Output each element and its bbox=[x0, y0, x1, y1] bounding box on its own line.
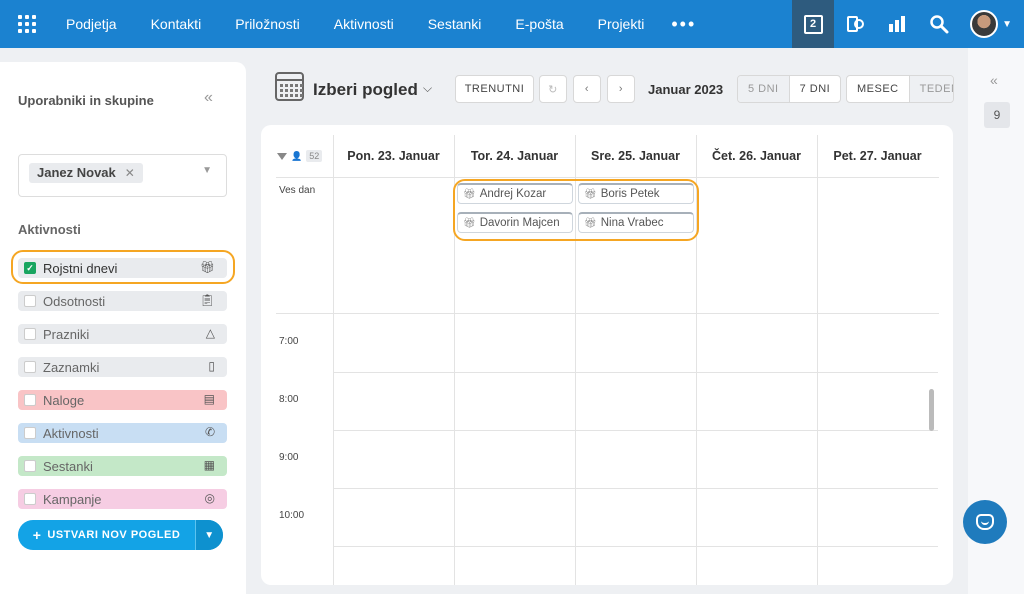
nav-projekti[interactable]: Projekti bbox=[581, 0, 662, 48]
activity-checkbox[interactable] bbox=[24, 328, 36, 340]
calendar-view-icon bbox=[275, 72, 304, 101]
task-icon: ▤ bbox=[203, 392, 215, 406]
user-filter-toggle[interactable]: 👤 52 bbox=[277, 150, 323, 162]
user-menu[interactable]: ▼ bbox=[960, 10, 1024, 38]
activity-checkbox[interactable] bbox=[24, 295, 36, 307]
target-icon: ◎ bbox=[204, 491, 215, 505]
prev-button[interactable]: ‹ bbox=[573, 75, 601, 103]
activity-label: Sestanki bbox=[43, 458, 93, 474]
activity-checkbox[interactable] bbox=[24, 460, 36, 472]
chat-icon bbox=[976, 514, 994, 530]
refresh-icon: ↻ bbox=[548, 83, 558, 96]
filter-triangle-icon bbox=[277, 152, 287, 160]
top-navigation-bar: Podjetja Kontakti Priložnosti Aktivnosti… bbox=[0, 0, 1024, 48]
nav-sestanki[interactable]: Sestanki bbox=[411, 0, 499, 48]
activity-label: Prazniki bbox=[43, 326, 90, 342]
activity-label: Odsotnosti bbox=[43, 293, 106, 309]
users-groups-title: Uporabniki in skupine bbox=[18, 93, 154, 108]
day-header-thu[interactable]: Čet. 26. Januar bbox=[696, 149, 817, 163]
activity-label: Naloge bbox=[43, 392, 85, 408]
activity-label: Kampanje bbox=[43, 491, 102, 507]
notification-count[interactable]: 9 bbox=[984, 102, 1010, 128]
expand-left-icon[interactable]: « bbox=[990, 72, 998, 88]
time-scrollbar-track bbox=[927, 315, 935, 585]
activity-label: Zaznamki bbox=[43, 359, 100, 375]
time-label: 10:00 bbox=[279, 510, 305, 521]
remove-user-icon[interactable]: ✕ bbox=[125, 163, 135, 183]
range-7-days[interactable]: 7 DNI bbox=[788, 76, 841, 102]
highlight-birthdays bbox=[11, 250, 235, 284]
time-label: 9:00 bbox=[279, 452, 299, 463]
activity-filter-item[interactable]: Sestanki ▦ bbox=[18, 456, 227, 476]
create-view-main[interactable]: + USTVARI NOV POGLED bbox=[18, 520, 195, 550]
chevron-down-icon[interactable]: ⌵ bbox=[423, 81, 432, 96]
top-right-tools: 2 ▼ bbox=[792, 0, 1024, 48]
chevron-down-icon[interactable]: ▼ bbox=[202, 165, 212, 176]
activities-section-title: Aktivnosti bbox=[18, 222, 81, 237]
more-menu-icon[interactable]: ••• bbox=[661, 0, 706, 48]
user-chip: Janez Novak ✕ bbox=[29, 163, 143, 183]
activity-filter-item[interactable]: Zaznamki ▯ bbox=[18, 357, 227, 377]
highlight-events bbox=[453, 179, 699, 241]
nav-eposta[interactable]: E-pošta bbox=[498, 0, 580, 48]
all-day-label: Ves dan bbox=[279, 185, 316, 196]
nav-kontakti[interactable]: Kontakti bbox=[134, 0, 219, 48]
calendar-panel: 👤 52 Pon. 23. Januar Tor. 24. Januar Sre… bbox=[261, 125, 953, 585]
day-header-tue[interactable]: Tor. 24. Januar bbox=[454, 149, 575, 163]
nav-podjetja[interactable]: Podjetja bbox=[54, 0, 134, 48]
user-select[interactable]: Janez Novak ✕ ▼ bbox=[18, 154, 227, 197]
day-header-fri[interactable]: Pet. 27. Januar bbox=[817, 149, 938, 163]
today-button[interactable]: TRENUTNI bbox=[455, 75, 534, 103]
calendar-icon: ▦ bbox=[203, 458, 215, 472]
phone-icon: ✆ bbox=[204, 425, 215, 439]
calendar-icon: 2 bbox=[803, 14, 823, 34]
next-button[interactable]: › bbox=[607, 75, 635, 103]
note-icon: ▯ bbox=[208, 359, 215, 373]
activity-filter-item[interactable]: Naloge ▤ bbox=[18, 390, 227, 410]
avatar bbox=[970, 10, 999, 38]
chevron-right-icon: › bbox=[618, 83, 624, 95]
activity-filter-item[interactable]: Prazniki △ bbox=[18, 324, 227, 344]
tree-icon: △ bbox=[205, 326, 215, 340]
refresh-button[interactable]: ↻ bbox=[539, 75, 567, 103]
create-view-label: USTVARI NOV POGLED bbox=[47, 529, 181, 541]
activity-label: Aktivnosti bbox=[43, 425, 99, 441]
day-header-mon[interactable]: Pon. 23. Januar bbox=[333, 149, 454, 163]
activity-filter-item[interactable]: Aktivnosti ✆ bbox=[18, 423, 227, 443]
day-header-wed[interactable]: Sre. 25. Januar bbox=[575, 149, 696, 163]
activity-filter-item[interactable]: Odsotnosti 📋︎ bbox=[18, 291, 227, 311]
view-week[interactable]: TEDEN bbox=[909, 76, 953, 102]
chevron-down-icon: ▼ bbox=[1002, 18, 1012, 30]
view-mode-toggle: MESEC TEDEN bbox=[846, 75, 954, 103]
user-icon: 👤 bbox=[291, 150, 303, 161]
month-label: Januar 2023 bbox=[648, 82, 724, 97]
activity-checkbox[interactable] bbox=[24, 394, 36, 406]
time-scrollbar[interactable] bbox=[929, 389, 934, 431]
time-label: 7:00 bbox=[279, 336, 299, 347]
bar-chart-icon[interactable] bbox=[876, 0, 918, 48]
exchange-icon[interactable] bbox=[834, 0, 876, 48]
plus-icon: + bbox=[32, 527, 42, 543]
calendar-nav-button[interactable]: 2 bbox=[792, 0, 835, 48]
activity-filter-item[interactable]: Kampanje ◎ bbox=[18, 489, 227, 509]
user-chip-label: Janez Novak bbox=[37, 165, 116, 180]
chat-button[interactable] bbox=[963, 500, 1007, 544]
time-label: 8:00 bbox=[279, 394, 299, 405]
create-view-button[interactable]: + USTVARI NOV POGLED ▼ bbox=[18, 520, 223, 550]
nav-aktivnosti[interactable]: Aktivnosti bbox=[317, 0, 411, 48]
activity-checkbox[interactable] bbox=[24, 361, 36, 373]
apps-grid-icon[interactable] bbox=[0, 0, 54, 48]
search-icon[interactable] bbox=[918, 0, 960, 48]
view-title[interactable]: Izberi pogled bbox=[313, 80, 418, 100]
day-range-toggle: 5 DNI 7 DNI bbox=[737, 75, 842, 103]
range-5-days[interactable]: 5 DNI bbox=[738, 76, 789, 102]
chevron-left-icon: ‹ bbox=[584, 83, 590, 95]
activity-checkbox[interactable] bbox=[24, 427, 36, 439]
user-count-badge: 52 bbox=[306, 150, 323, 162]
activity-checkbox[interactable] bbox=[24, 493, 36, 505]
clipboard-icon: 📋︎ bbox=[199, 293, 215, 307]
nav-priloznosti[interactable]: Priložnosti bbox=[218, 0, 317, 48]
collapse-left-icon[interactable]: « bbox=[204, 89, 213, 107]
view-month[interactable]: MESEC bbox=[847, 76, 910, 102]
